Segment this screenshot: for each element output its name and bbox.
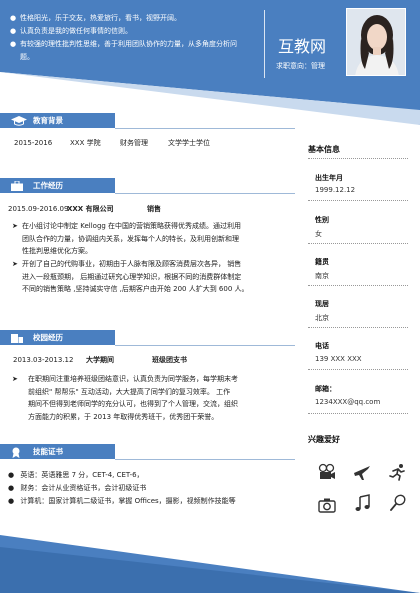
cert-value: ：英语雅思 7 分，CET-4, CET-6，: [34, 471, 144, 479]
section-divider: [115, 345, 295, 346]
work-item: 在小组讨论中制定 Kellogg 在中国的营销策略获得优秀成绩。通过利用 团队合…: [22, 220, 241, 258]
portrait-image: [347, 9, 405, 75]
resume-page: 性格阳光，乐于交友，热爱旅行，看书，视野开阔。 认真负责是我的做任何事情的信则。…: [0, 0, 420, 593]
bullet-arrow-icon: ➤: [12, 375, 18, 383]
text-line: 不同的销售策略 ,坚持诚实守信 ,后期客户由开始 200 人扩大到 600 人。: [22, 285, 249, 293]
hobbies-title: 兴趣爱好: [308, 435, 340, 444]
summary-item: 认真负责是我的做任何事情的信则。: [10, 25, 260, 38]
cert-label: 计算机: [20, 497, 42, 505]
education-major: 财务管理: [120, 139, 148, 147]
education-years: 2015-2016: [14, 139, 53, 147]
education-section-header: 教育背景: [0, 113, 115, 128]
summary-item: 有较强的理性批判性思维，善于利用团队协作的力量，从多角度分析问: [10, 38, 260, 51]
bullet-dot-icon: ●: [8, 471, 15, 479]
text-line: 在职期间注重培养班级团结意识，认真负责为同学服务，每学期末考: [28, 375, 238, 383]
field-label: 出生年月: [315, 174, 343, 182]
text-line: 开创了自己的代购事业，初期由于人脉有限及顾客消费层次各异， 销售: [22, 260, 242, 268]
cert-label: 英语: [20, 471, 35, 479]
dotted-divider: [308, 327, 408, 328]
text-line: 前组织" 帮帮乐" 互动活动，大大提高了同学们的复习效率。 工作: [28, 387, 231, 396]
cert-value: ：国家计算机二级证书，掌握 Offices，摄影，视频制作技能等: [41, 497, 236, 505]
campus-org: 大学期间: [86, 356, 114, 364]
work-period: 2015.09-2016.09: [8, 205, 69, 213]
dotted-divider: [308, 200, 408, 201]
residence-value: 北京: [315, 314, 329, 322]
gender-value: 女: [315, 230, 322, 238]
award-medal-icon: [12, 447, 20, 458]
bullet-arrow-icon: ➤: [12, 222, 18, 230]
graduation-cap-icon: [11, 116, 27, 126]
text-line: 方面能力的积累，于 2013 年取得优秀班干，优秀团干荣誉。: [28, 412, 219, 421]
cert-row: ● 计算机：国家计算机二级证书，掌握 Offices，摄影，视频制作技能等: [8, 495, 236, 508]
text-line: 团队合作的力量，协调组内关系，发挥每个人的特长，及利用创新和理: [22, 234, 239, 243]
bullet-arrow-icon: ➤: [12, 260, 18, 268]
summary-item: 性格阳光，乐于交友，热爱旅行，看书，视野开阔。: [10, 12, 260, 25]
job-intent: 求职意向：管理: [276, 62, 325, 70]
header-divider: [264, 10, 265, 78]
section-divider: [115, 459, 295, 460]
bullet-dot-icon: ●: [8, 497, 15, 505]
education-school: XXX 学院: [70, 139, 101, 147]
building-icon: [11, 334, 23, 343]
section-title: 校园经历: [33, 333, 63, 342]
section-divider: [115, 128, 295, 129]
photo-camera-icon: [318, 498, 336, 513]
basic-info-title: 基本信息: [308, 145, 340, 154]
section-title: 工作经历: [33, 181, 63, 190]
campus-item: 在职期间注重培养班级团结意识，认真负责为同学服务，每学期末考 前组织" 帮帮乐"…: [28, 373, 238, 423]
field-label: 籍贯: [315, 258, 329, 266]
text-line: 性批判思维优化方案。: [22, 247, 92, 255]
work-item: 开创了自己的代购事业，初期由于人脉有限及顾客消费层次各异， 销售 进入一段瓶颈期…: [22, 258, 249, 296]
field-label: 现居: [315, 300, 329, 308]
work-section-header: 工作经历: [0, 178, 115, 193]
cert-row: ● 财务：会计从业资格证书，会计初级证书: [8, 482, 146, 495]
personal-summary: 性格阳光，乐于交友，热爱旅行，看书，视野开阔。 认真负责是我的做任何事情的信则。…: [10, 12, 260, 51]
music-note-icon: [355, 494, 370, 511]
dotted-divider: [308, 285, 408, 286]
field-label: 性别: [315, 216, 329, 224]
work-company: XXX 有限公司: [67, 205, 114, 213]
briefcase-icon: [11, 181, 23, 191]
section-title: 技能证书: [33, 447, 63, 456]
phone-value: 139 XXX XXX: [315, 355, 362, 363]
work-role: 销售: [147, 205, 161, 213]
education-degree: 文学学士学位: [168, 139, 210, 147]
summary-item-continued: 题。: [20, 53, 34, 61]
dotted-divider: [308, 243, 408, 244]
candidate-name: 互教网: [278, 37, 327, 56]
footer-decoration: [0, 535, 420, 593]
email-value: 1234XXX@qq.com: [315, 398, 381, 406]
field-label: 邮箱：: [315, 385, 336, 393]
text-line: 在小组讨论中制定 Kellogg 在中国的营销策略获得优秀成绩。通过利用: [22, 222, 242, 230]
profile-photo: [346, 8, 406, 76]
airplane-icon: [354, 466, 370, 480]
badminton-icon: [390, 494, 406, 511]
bullet-dot-icon: ●: [8, 484, 15, 492]
cert-label: 财务: [20, 484, 35, 492]
section-title: 教育背景: [33, 116, 63, 125]
campus-section-header: 校园经历: [0, 330, 115, 345]
certificates-section-header: 技能证书: [0, 444, 115, 459]
text-line: 进入一段瓶颈期， 后期通过研究心理学知识，根据不同的消费群体制定: [22, 272, 242, 281]
hometown-value: 南京: [315, 272, 329, 280]
section-divider: [115, 193, 295, 194]
campus-role: 班级团支书: [152, 356, 187, 364]
birth-date-value: 1999.12.12: [315, 186, 356, 194]
running-icon: [389, 464, 405, 481]
text-line: 期间不但得到老师同学的充分认可，也得到了个人管理，交流，组织: [28, 400, 238, 408]
dotted-divider: [308, 413, 408, 414]
camera-reel-icon: [318, 463, 335, 479]
cert-value: ：会计从业资格证书，会计初级证书: [34, 484, 147, 492]
campus-period: 2013.03-2013.12: [13, 356, 74, 364]
dotted-divider: [308, 369, 408, 370]
field-label: 电话: [315, 342, 329, 350]
cert-row: ● 英语：英语雅思 7 分，CET-4, CET-6，: [8, 469, 144, 482]
dotted-divider: [308, 158, 408, 159]
